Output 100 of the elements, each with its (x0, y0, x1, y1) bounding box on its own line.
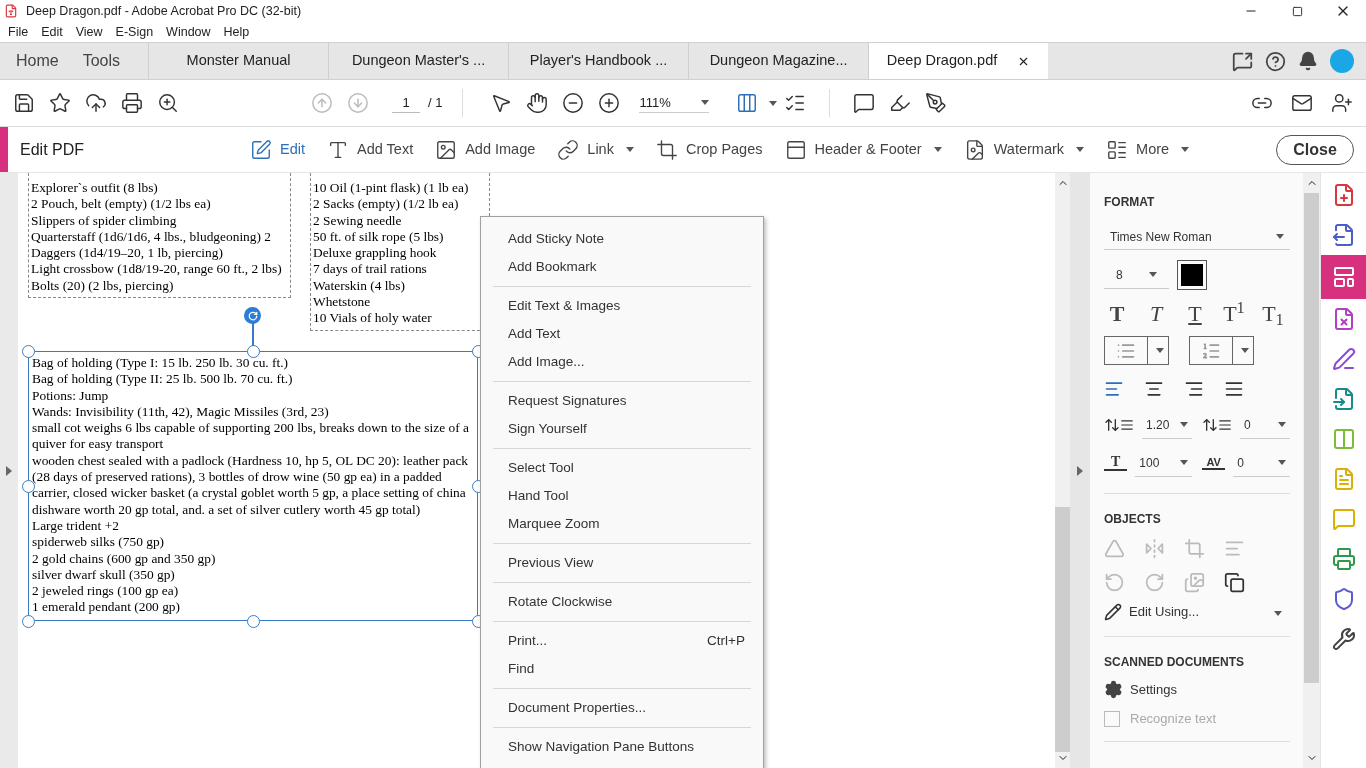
file-arrow-icon[interactable] (1331, 387, 1356, 411)
font-size-dropdown[interactable]: 8 (1104, 261, 1169, 289)
menu-item[interactable]: Previous View (493, 549, 751, 577)
color-swatch[interactable] (1177, 260, 1207, 290)
document-tab[interactable]: Deep Dragon.pdf (868, 43, 1049, 79)
resize-handle[interactable] (22, 345, 35, 358)
caret-icon (1274, 611, 1282, 616)
nav-tab[interactable]: Tools (74, 43, 149, 79)
menu-item[interactable]: Edit Text & Images (493, 292, 751, 320)
menu-item[interactable]: Sign Yourself (493, 415, 751, 443)
printer-icon[interactable] (1331, 547, 1356, 571)
highlighter-icon[interactable] (889, 92, 912, 114)
text-box[interactable] (28, 173, 291, 299)
star-icon[interactable] (49, 92, 71, 114)
panel-scrollbar[interactable] (1303, 173, 1320, 768)
menu-item[interactable]: Select Tool (493, 454, 751, 482)
menu-item[interactable]: Help (223, 22, 250, 42)
align-left-icon[interactable] (1104, 379, 1124, 399)
text-line: Bolts (20) (2 lbs, piercing) (31, 277, 175, 295)
maximize-icon[interactable] (1291, 5, 1303, 17)
numbered-list-button[interactable] (1189, 336, 1254, 365)
align-center-icon[interactable] (1144, 379, 1164, 399)
text-style-button[interactable]: T (1182, 302, 1208, 326)
expand-icon[interactable] (6, 465, 12, 476)
scroll-thumb[interactable] (1304, 193, 1319, 683)
menu-item[interactable]: Show Navigation Pane Buttons (493, 733, 751, 761)
page-fit-icon[interactable] (736, 92, 759, 114)
font-dropdown[interactable]: Times New Roman (1104, 224, 1290, 250)
add-user-icon[interactable] (1331, 92, 1353, 114)
edit-tool[interactable]: Edit (250, 138, 305, 161)
scrollbar[interactable] (1055, 173, 1070, 768)
spacing-dropdown[interactable]: 1.20 (1142, 411, 1192, 439)
spacing-dropdown[interactable]: 0 (1233, 449, 1290, 477)
settings-button[interactable]: Settings (1104, 679, 1290, 699)
pen-icon[interactable] (925, 92, 948, 114)
menu-item[interactable]: View (75, 22, 103, 42)
menu-item[interactable]: E-Sign (115, 22, 154, 42)
edit-tool[interactable]: Add Text (327, 138, 414, 161)
resize-handle[interactable] (247, 345, 260, 358)
align-right-icon[interactable] (1184, 379, 1204, 399)
menu-item[interactable]: Add Image... (493, 348, 751, 376)
shortcut: Ctrl+P (707, 631, 745, 650)
text-style-button[interactable]: T$_{1}$ (1260, 302, 1286, 326)
page-field[interactable]: 1 (392, 92, 420, 114)
edit-tool[interactable]: Link (557, 138, 634, 161)
edit-using-dropdown[interactable]: Edit Using... (1104, 602, 1290, 622)
bullet-list-button[interactable] (1104, 336, 1169, 365)
text-line: 2 Pouch, belt (empty) (1/2 lbs ea) (31, 196, 212, 213)
edit-tool[interactable]: Crop Pages (655, 138, 763, 161)
stack-icon[interactable] (1224, 571, 1245, 593)
menu-item[interactable]: Window (166, 22, 211, 42)
resize-handle[interactable] (247, 615, 260, 628)
menu-item[interactable]: Find (493, 655, 751, 683)
resize-handle[interactable] (22, 615, 35, 628)
wrench-icon[interactable] (1331, 627, 1356, 651)
caret-icon (1276, 234, 1284, 239)
menu-item[interactable]: Add Sticky Note (493, 225, 751, 253)
notifications-icon[interactable] (1298, 51, 1318, 71)
zoom-icon[interactable] (157, 92, 179, 114)
menu-item[interactable]: Rotate Clockwise (493, 588, 751, 616)
edit-tool[interactable]: More (1106, 138, 1190, 161)
comment-icon[interactable] (853, 92, 876, 114)
tool-rail-button[interactable] (1320, 255, 1366, 299)
hand-icon[interactable] (526, 92, 549, 114)
nav-tab[interactable]: Home (0, 43, 75, 79)
spacing-dropdown[interactable]: 0 (1240, 411, 1290, 439)
print-icon[interactable] (121, 92, 143, 114)
menu-item[interactable]: Hand Tool (493, 482, 751, 510)
text-style-button[interactable]: T (1104, 302, 1130, 326)
cloud-upload-icon[interactable] (85, 92, 107, 114)
edit-tool[interactable]: Watermark (963, 138, 1085, 161)
edit-tool[interactable]: Add Image (435, 138, 536, 161)
menu-item[interactable]: File (8, 22, 29, 42)
menu-item[interactable]: Marquee Zoom (493, 510, 751, 538)
zoom-dropdown[interactable]: 111% (639, 92, 710, 114)
share-icon[interactable] (1232, 50, 1253, 72)
help-icon[interactable] (1265, 50, 1286, 72)
text-box[interactable] (28, 351, 478, 621)
menu-item[interactable]: Add Bookmark (493, 253, 751, 281)
zoom-out-icon[interactable] (562, 92, 585, 114)
menu-item[interactable]: Edit (41, 22, 63, 42)
spacing-dropdown[interactable]: 100 (1135, 449, 1192, 477)
caret-icon (1278, 460, 1286, 465)
rotate-handle[interactable] (244, 307, 261, 324)
menu-item[interactable]: Document Properties... (493, 694, 751, 722)
collapse-icon[interactable] (1077, 465, 1083, 476)
edit-tool[interactable]: Header & Footer (784, 138, 942, 161)
menu-item[interactable]: Add Text (493, 320, 751, 348)
menu-item[interactable]: Request Signatures (493, 387, 751, 415)
file-export-icon[interactable] (1331, 223, 1356, 247)
justify-icon[interactable] (1224, 379, 1244, 399)
mail-icon[interactable] (1291, 92, 1313, 114)
zoom-in-icon[interactable] (598, 92, 621, 114)
scroll-thumb[interactable] (1055, 507, 1070, 752)
text-style-button[interactable]: T$^{1}$ (1221, 302, 1247, 326)
save-icon[interactable] (13, 92, 35, 114)
pointer-icon[interactable] (490, 92, 513, 114)
menu-item[interactable]: Print... Ctrl+P (493, 627, 751, 655)
text-style-button[interactable]: T (1143, 302, 1169, 326)
text-line: Large trident +2 (32, 517, 120, 535)
